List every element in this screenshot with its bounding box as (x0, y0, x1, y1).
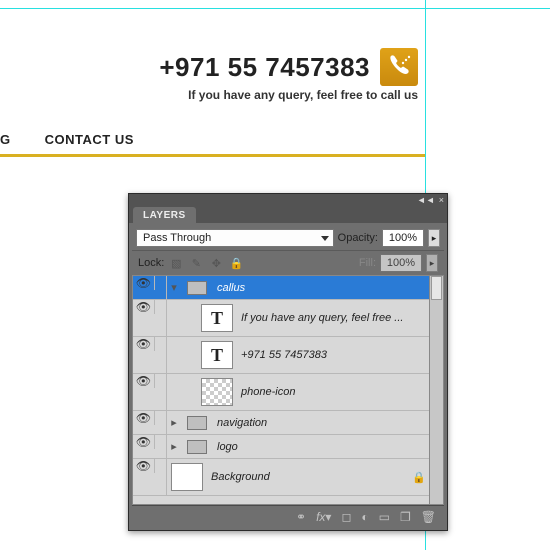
layer-row[interactable]: 👁 ▸ navigation (133, 411, 429, 435)
layer-name[interactable]: navigation (213, 417, 429, 429)
new-group-icon[interactable]: ▭ (379, 510, 390, 524)
folder-icon (187, 416, 207, 430)
tab-layers[interactable]: LAYERS (133, 207, 196, 223)
layer-name[interactable]: Background (207, 471, 409, 483)
layer-name[interactable]: If you have any query, feel free ... (237, 312, 429, 324)
collapse-icon[interactable]: ◄◄ (417, 196, 435, 205)
visibility-toggle[interactable]: 👁 (133, 435, 155, 449)
layer-thumbnail (201, 378, 233, 406)
blend-mode-value: Pass Through (143, 232, 211, 244)
link-col (155, 435, 167, 458)
layer-row[interactable]: 👁 Background🔒 (133, 459, 429, 496)
phone-number: +971 55 7457383 (159, 52, 370, 83)
lock-transparent-icon[interactable]: ▧ (168, 255, 184, 271)
scrollbar-thumb[interactable] (431, 276, 442, 300)
lock-position-icon[interactable]: ✥ (208, 255, 224, 271)
opacity-input[interactable]: 100% (382, 229, 424, 247)
layer-name[interactable]: phone-icon (237, 386, 429, 398)
fill-label: Fill: (359, 257, 376, 269)
folder-icon (187, 281, 207, 295)
layer-row[interactable]: 👁 ▸ logo (133, 435, 429, 459)
eye-icon: 👁 (136, 374, 151, 388)
lock-pixels-icon[interactable]: ✎ (188, 255, 204, 271)
link-col (155, 459, 167, 495)
lock-all-icon[interactable]: 🔒 (228, 255, 244, 271)
disclosure-arrow[interactable]: ▾ (167, 281, 181, 294)
tagline-text: If you have any query, feel free to call… (159, 88, 418, 102)
disclosure-arrow[interactable]: ▸ (167, 416, 181, 429)
close-icon[interactable]: × (439, 196, 444, 205)
new-layer-icon[interactable]: ❐ (400, 510, 411, 524)
delete-layer-icon[interactable]: 🗑 (421, 510, 436, 524)
layer-fx-icon[interactable]: fx▾ (316, 510, 331, 524)
visibility-toggle[interactable]: 👁 (133, 411, 155, 425)
visibility-toggle[interactable]: 👁 (133, 337, 155, 351)
layer-mask-icon[interactable]: ◻ (341, 510, 351, 524)
eye-icon: 👁 (136, 459, 151, 473)
opacity-label: Opacity: (338, 232, 378, 244)
disclosure-arrow[interactable]: ▸ (167, 440, 181, 453)
fill-flyout[interactable]: ▸ (426, 254, 438, 272)
layer-name[interactable]: callus (213, 282, 429, 294)
type-layer-icon: T (201, 304, 233, 332)
panel-titlebar[interactable]: ◄◄ × (129, 194, 447, 207)
ruler-guide-horizontal[interactable] (0, 8, 550, 9)
callus-block: +971 55 7457383 If you have any query, f… (159, 48, 418, 102)
layer-name[interactable]: +971 55 7457383 (237, 349, 429, 361)
layer-thumbnail (171, 463, 203, 491)
nav-item-partial[interactable]: G (0, 132, 11, 147)
blend-mode-select[interactable]: Pass Through (136, 229, 334, 247)
layer-row[interactable]: 👁 phone-icon (133, 374, 429, 411)
lock-icon[interactable]: 🔒 (409, 471, 429, 484)
layer-row[interactable]: 👁 T If you have any query, feel free ... (133, 300, 429, 337)
visibility-toggle[interactable]: 👁 (133, 374, 155, 388)
visibility-toggle[interactable]: 👁 (133, 276, 155, 290)
panel-tabs: LAYERS (129, 207, 447, 223)
eye-icon: 👁 (136, 411, 151, 425)
visibility-toggle[interactable]: 👁 (133, 459, 155, 473)
link-col (155, 300, 167, 336)
phone-icon (380, 48, 418, 86)
type-layer-icon: T (201, 341, 233, 369)
nav-underline (0, 154, 425, 157)
adjustment-layer-icon[interactable]: ◐ (361, 510, 368, 524)
eye-icon: 👁 (136, 276, 151, 290)
layers-list-container: 👁 ▾ callus 👁 T If you have any query, feel fr… (132, 275, 444, 505)
eye-icon: 👁 (136, 337, 151, 351)
layers-panel: ◄◄ × LAYERS Pass Through Opacity: 100% ▸… (128, 193, 448, 531)
fill-input[interactable]: 100% (380, 254, 422, 272)
panel-footer: ⚭ fx▾ ◻ ◐ ▭ ❐ 🗑 (132, 505, 444, 527)
layer-row[interactable]: 👁 ▾ callus (133, 276, 429, 300)
opacity-flyout[interactable]: ▸ (428, 229, 440, 247)
visibility-toggle[interactable]: 👁 (133, 300, 155, 314)
link-layers-icon[interactable]: ⚭ (296, 510, 306, 524)
nav-bar: G CONTACT US (0, 132, 134, 147)
eye-icon: 👁 (136, 300, 151, 314)
layers-scrollbar[interactable] (429, 276, 443, 504)
link-col (155, 337, 167, 373)
link-col (155, 276, 167, 299)
nav-item-contact[interactable]: CONTACT US (45, 132, 134, 147)
folder-icon (187, 440, 207, 454)
link-col (155, 374, 167, 410)
eye-icon: 👁 (136, 435, 151, 449)
layer-row[interactable]: 👁 T +971 55 7457383 (133, 337, 429, 374)
layer-name[interactable]: logo (213, 441, 429, 453)
chevron-down-icon (321, 236, 329, 241)
link-col (155, 411, 167, 434)
lock-label: Lock: (138, 257, 164, 269)
